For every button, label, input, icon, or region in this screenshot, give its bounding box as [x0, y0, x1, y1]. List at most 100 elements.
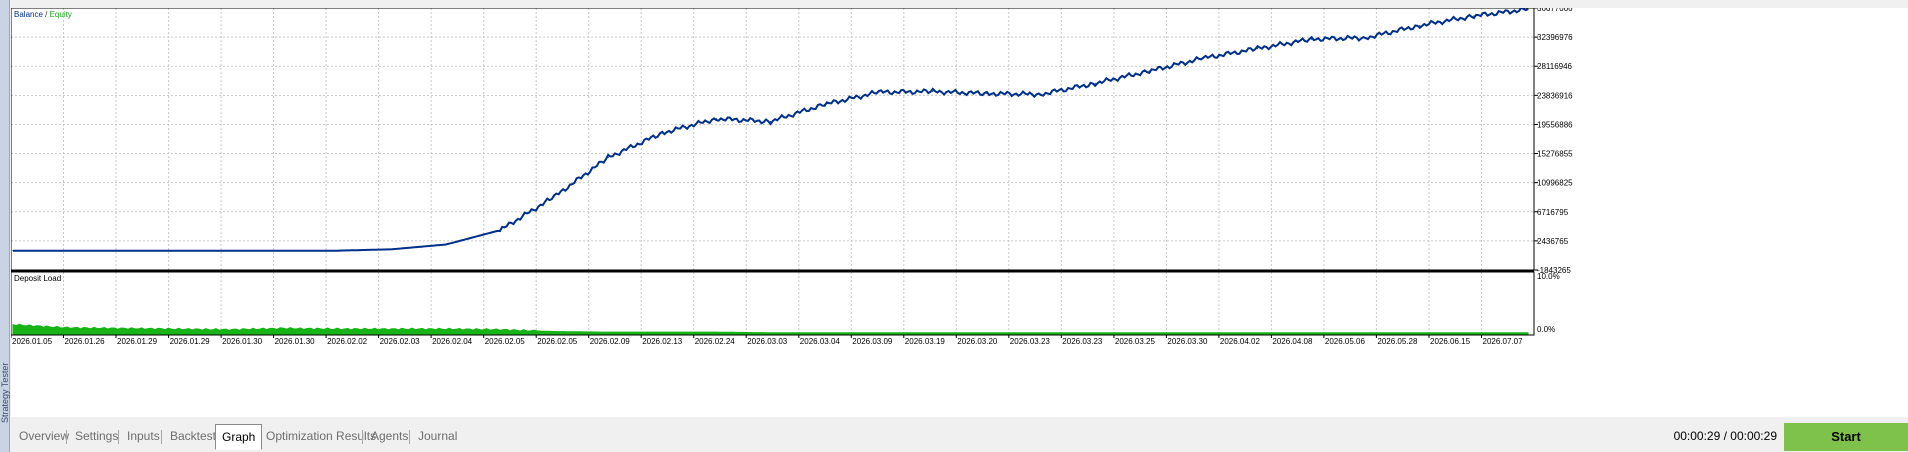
balance-point [1365, 37, 1367, 39]
tab-journal[interactable]: Journal [412, 425, 463, 447]
x-tick-label: 2026.06.15 [1430, 337, 1471, 346]
balance-point [282, 250, 285, 252]
balance-point [12, 250, 14, 252]
y-tick-label: 15276855 [1537, 150, 1573, 159]
balance-point [120, 250, 122, 252]
x-tick-label: 2026.02.05 [485, 337, 526, 346]
deposit-load-area [12, 323, 1529, 335]
x-tick-label: 2026.01.26 [65, 337, 106, 346]
tab-separator [362, 430, 363, 444]
balance-point [174, 250, 176, 252]
tab-separator [66, 430, 67, 444]
deposit-y-tick-label: 10.0% [1537, 272, 1560, 281]
x-tick-label: 2026.02.24 [695, 337, 736, 346]
y-tick-label: 6716795 [1537, 208, 1569, 217]
balance-point [1202, 57, 1204, 59]
y-tick-label: 23836916 [1537, 91, 1573, 100]
tab-agents[interactable]: Agents [365, 425, 414, 447]
balance-point [1094, 82, 1096, 84]
deposit-y-axis: 10.0% 0.0% [1537, 272, 1560, 334]
balance-point [1256, 48, 1259, 50]
tab-backtest[interactable]: Backtest [164, 425, 222, 447]
balance-point [1473, 15, 1475, 17]
x-tick-label: 2026.04.02 [1220, 337, 1261, 346]
balance-point [878, 91, 880, 93]
x-tick-label: 2026.01.29 [170, 337, 211, 346]
deposit-grid [63, 272, 1482, 335]
chart-area: 36677006 32396976 28116946 23836916 19556886… [10, 4, 1908, 417]
deposit-load-title: Deposit Load [14, 274, 61, 283]
legend-equity: Equity [50, 10, 72, 19]
balance-y-axis: 36677006 32396976 28116946 23836916 19556886… [1534, 4, 1573, 275]
balance-point [66, 250, 68, 252]
x-tick-label: 2026.02.09 [590, 337, 631, 346]
balance-point [1527, 8, 1529, 10]
x-tick-label: 2026.07.07 [1483, 337, 1524, 346]
x-tick-label: 2026.01.30 [275, 337, 316, 346]
tab-settings[interactable]: Settings [69, 425, 124, 447]
x-tick-label: 2026.02.04 [432, 337, 473, 346]
x-tick-label: 2026.02.05 [537, 337, 578, 346]
tab-separator [118, 430, 119, 444]
deposit-y-tick-label: 0.0% [1537, 325, 1555, 334]
equity-line [13, 6, 1529, 252]
balance-point [932, 90, 934, 93]
balance-point [1419, 24, 1421, 27]
x-tick-label: 2026.03.23 [1010, 337, 1051, 346]
y-tick-label: 32396976 [1537, 33, 1573, 42]
balance-point [1148, 70, 1150, 72]
balance-line [13, 6, 1529, 252]
balance-point [499, 229, 501, 231]
balance-point [1310, 38, 1313, 40]
x-tick-label: 2026.01.29 [117, 337, 158, 346]
y-tick-label: 2436765 [1537, 237, 1569, 246]
balance-plot-frame [10, 7, 1535, 271]
x-tick-label: 2026.03.23 [1062, 337, 1103, 346]
x-tick-label: 2026.01.30 [222, 337, 263, 346]
x-tick-label: 2026.02.02 [327, 337, 368, 346]
balance-point [824, 103, 826, 106]
tab-optimization-results[interactable]: Optimization Results [260, 425, 382, 447]
x-tick-label: 2026.05.28 [1377, 337, 1418, 346]
y-tick-label: 28116946 [1537, 62, 1573, 71]
balance-point [607, 156, 609, 159]
deposit-plot-frame [10, 271, 1535, 336]
elapsed-time: 00:00:29 / 00:00:29 [1673, 429, 1777, 443]
tab-separator [409, 430, 410, 444]
x-tick-label: 2026.02.03 [380, 337, 421, 346]
x-tick-label: 2026.01.05 [12, 337, 53, 346]
balance-series-layer [12, 6, 1529, 252]
x-tick-label: 2026.05.06 [1325, 337, 1366, 346]
balance-point [228, 250, 231, 252]
x-tick-label: 2026.03.30 [1167, 337, 1208, 346]
x-tick-label: 2026.03.25 [1115, 337, 1156, 346]
y-tick-label: 10996825 [1537, 179, 1573, 188]
legend-separator: / [43, 10, 50, 19]
balance-point [445, 243, 447, 246]
side-strip-label: Strategy Tester [0, 362, 10, 423]
deposit-series-layer [12, 323, 1529, 335]
legend: Balance / Equity [14, 10, 72, 19]
balance-point [986, 92, 988, 95]
tab-inputs[interactable]: Inputs [121, 425, 166, 447]
balance-point [1040, 93, 1042, 95]
start-button[interactable]: Start [1784, 423, 1908, 451]
balance-point [553, 196, 555, 198]
x-tick-label: 2026.03.19 [905, 337, 946, 346]
balance-point [661, 132, 663, 134]
tab-graph[interactable]: Graph [215, 424, 263, 450]
x-tick-label: 2026.03.04 [800, 337, 841, 346]
chart-svg: 36677006 32396976 28116946 23836916 19556886… [10, 4, 1573, 346]
x-tick-label: 2026.03.09 [852, 337, 893, 346]
x-tick-label: 2026.02.13 [642, 337, 683, 346]
balance-point [391, 248, 393, 250]
y-tick-label: 19556886 [1537, 120, 1573, 129]
x-tick-label: 2026.03.03 [747, 337, 788, 346]
balance-point [715, 118, 717, 120]
x-axis: 2026.01.05 2026.01.26 2026.01.29 2026.01.29… [10, 335, 1524, 346]
balance-point [769, 120, 772, 123]
x-tick-label: 2026.04.08 [1272, 337, 1313, 346]
tester-tab-bar: Overview Settings Inputs Backtest Graph Optim… [11, 421, 1908, 452]
balance-point [337, 250, 339, 252]
tab-separator [161, 430, 162, 444]
